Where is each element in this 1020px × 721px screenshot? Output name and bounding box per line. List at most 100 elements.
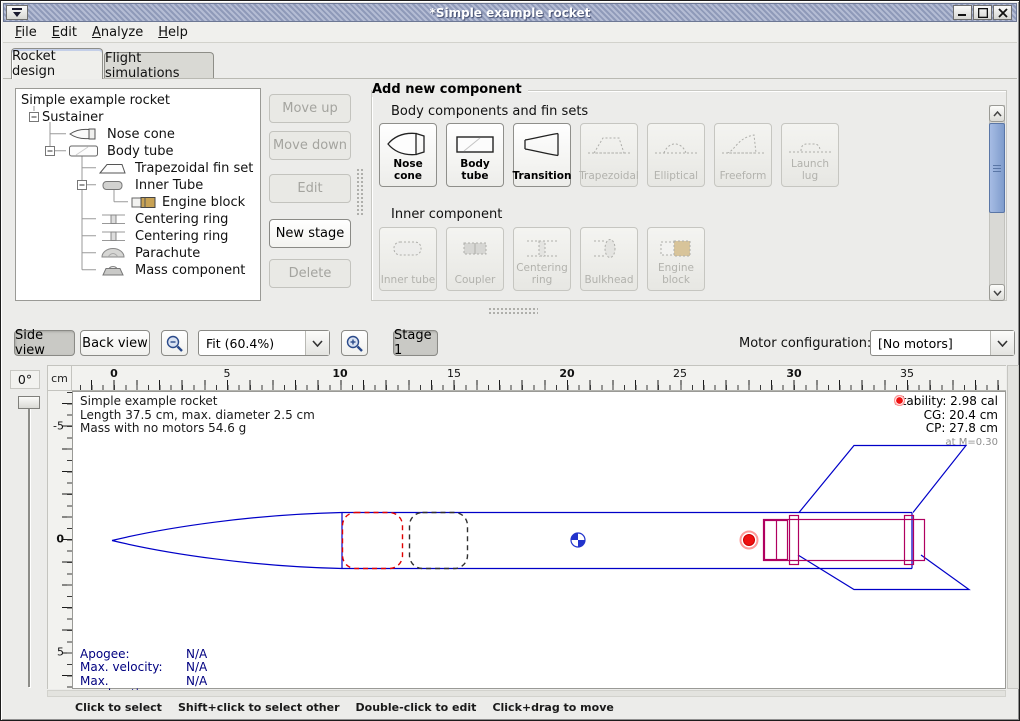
transition-icon [519,128,565,162]
zoom-out-icon [165,334,184,353]
tree-item-nose-cone[interactable]: Nose cone [107,126,175,142]
add-trapezoidal-fin-button[interactable]: Trapezoidal [580,123,638,187]
hint-double-click: Double-click to edit [356,701,477,714]
stage-1-toggle[interactable]: Stage 1 [393,330,438,356]
zoom-in-icon [345,334,364,353]
scrollbar-thumb[interactable] [989,123,1005,213]
motor-configuration-value: [No motors] [871,336,990,351]
stability-block: Stability: 2.98 cal CG: 20.4 cm CP: 27.8… [894,395,998,449]
engine-block-icon [130,195,162,209]
trapezoidal-fin-icon [586,128,632,162]
nose-cone-icon [68,127,102,141]
add-centering-ring-button[interactable]: Centering ring [513,227,571,291]
zoom-out-button[interactable] [161,330,188,356]
motor-configuration-select[interactable]: [No motors] [870,330,1015,356]
ruler-tick-label: -5 [53,420,64,433]
tree-item-inner-tube[interactable]: Inner Tube [135,177,203,193]
add-engine-block-button[interactable]: Engine block [647,227,705,291]
max-velocity-label: Max. velocity: [80,661,186,674]
vertical-splitter-handle[interactable] [356,168,364,216]
elliptical-fin-icon [653,128,699,162]
move-up-button[interactable]: Move up [269,94,351,123]
nose-cone-icon [385,128,431,159]
scroll-up-button[interactable] [989,105,1005,122]
horizontal-splitter-handle[interactable] [488,307,538,315]
add-launch-lug-button[interactable]: Launch lug [781,123,839,187]
edit-button[interactable]: Edit [269,174,351,203]
chevron-down-icon [993,290,1002,296]
inner-component-label: Inner component [391,207,502,222]
tree-item-centering-ring-1[interactable]: Centering ring [135,211,228,227]
tree-item-centering-ring-2[interactable]: Centering ring [135,228,228,244]
scroll-down-button[interactable] [989,284,1005,301]
ruler-tick-label: 5 [57,646,64,659]
centering-ring-icon [98,212,130,226]
canvas-vertical-scrollbar[interactable] [1007,365,1019,689]
tree-item-sustainer[interactable]: Sustainer [42,109,104,125]
menu-bar: File Edit Analyze Help [3,22,1017,43]
inner-tube-icon [98,178,130,192]
parachute-icon [98,246,130,260]
move-down-button[interactable]: Move down [269,131,351,160]
side-view-button[interactable]: Side view [14,330,75,356]
vertical-ruler: -5 0 5 [47,391,72,689]
body-tube-icon [68,144,102,158]
ruler-tick-label: 15 [447,367,461,380]
tree-item-mass-component[interactable]: Mass component [135,262,245,278]
rotation-slider-track[interactable] [28,400,30,687]
new-stage-button[interactable]: New stage [269,219,351,248]
tree-item-body-tube[interactable]: Body tube [107,143,174,159]
add-bulkhead-button[interactable]: Bulkhead [580,227,638,291]
chevron-up-icon [993,111,1002,117]
add-coupler-button[interactable]: Coupler [446,227,504,291]
ruler-tick-label: 20 [559,367,574,380]
mass-component-icon [98,263,130,277]
zoom-in-button[interactable] [341,330,368,356]
add-transition-button[interactable]: Transition [513,123,571,187]
tree-item-engine-block[interactable]: Engine block [162,194,245,210]
canvas-horizontal-scrollbar[interactable] [47,690,1006,697]
rocket-name: Simple example rocket [80,395,315,409]
rocket-drawing[interactable] [73,392,1005,688]
app-window: *Simple example rocket File Edit Analyze… [0,0,1020,721]
body-components-label: Body components and fin sets [391,104,588,119]
minimize-button[interactable] [953,5,972,20]
add-body-tube-button[interactable]: Body tube [446,123,504,187]
tab-rocket-design[interactable]: Rocket design [11,48,103,79]
add-nose-cone-button[interactable]: Nose cone [379,123,437,187]
tree-item-rocket[interactable]: Simple example rocket [21,92,170,108]
tab-flight-simulations[interactable]: Flight simulations [104,52,214,79]
ruler-unit-label: cm [47,365,72,391]
body-tube-icon [452,128,498,159]
minimize-icon [958,8,968,17]
rocket-view-canvas[interactable]: Simple example rocket Length 37.5 cm, ma… [72,391,1006,689]
tree-item-parachute[interactable]: Parachute [135,245,200,261]
centering-ring-icon [519,232,565,263]
add-inner-tube-button[interactable]: Inner tube [379,227,437,291]
inner-tube-icon [385,232,431,266]
trapezoidal-fin-icon [98,161,130,175]
centering-ring-icon [98,229,130,243]
parachute-outline [343,513,403,569]
menu-edit[interactable]: Edit [46,23,86,42]
close-button[interactable] [993,5,1012,20]
add-elliptical-fin-button[interactable]: Elliptical [647,123,705,187]
maximize-button[interactable] [973,5,992,20]
ruler-tick-label: 5 [224,367,231,380]
inner-components-outline [764,516,925,565]
tree-item-trapezoidal-fin-set[interactable]: Trapezoidal fin set [135,160,253,176]
menu-file[interactable]: File [9,23,46,42]
hint-click-select: Click to select [75,701,162,714]
delete-button[interactable]: Delete [269,259,351,288]
cp-value: CP: 27.8 cm [926,421,998,435]
component-tree[interactable]: Simple example rocket Sustainer Nose con… [15,88,261,301]
menu-analyze[interactable]: Analyze [86,23,152,42]
back-view-button[interactable]: Back view [80,330,150,356]
zoom-level-select[interactable]: Fit (60.4%) [198,330,330,356]
coupler-icon [452,232,498,266]
title-bar[interactable]: *Simple example rocket [3,3,1017,22]
menu-help[interactable]: Help [152,23,197,42]
rotation-slider-handle[interactable] [18,396,40,409]
chevron-down-icon [990,331,1014,355]
add-freeform-fin-button[interactable]: Freeform [714,123,772,187]
